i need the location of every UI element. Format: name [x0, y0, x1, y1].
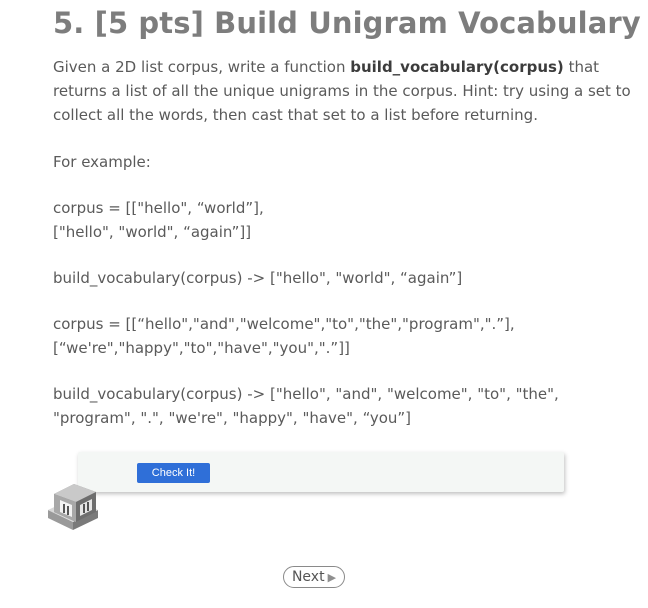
example2-corpus: corpus = [[“hello","and","welcome","to",… — [53, 312, 613, 360]
example2-corpus-line-1: corpus = [[“hello","and","welcome","to",… — [53, 315, 515, 333]
intro-line-1: Given a 2D list corpus, write a function… — [53, 58, 600, 76]
robot-mascot-icon — [44, 474, 102, 532]
check-it-button[interactable]: Check It! — [137, 463, 210, 483]
intro-line-3: collect all the words, then cast that se… — [53, 106, 538, 124]
example1-result: build_vocabulary(corpus) -> ["hello", "w… — [53, 266, 613, 290]
example1-corpus-line-1: corpus = [["hello", “world”], — [53, 199, 264, 217]
example-label: For example: — [53, 153, 151, 171]
intro-line-2: returns a list of all the unique unigram… — [53, 82, 631, 100]
play-triangle-icon: ▶ — [327, 570, 337, 584]
example1-corpus-line-2: ["hello", "world", “again”]] — [53, 223, 252, 241]
example2-corpus-line-2: [“we're","happy","to","have","you",".”]] — [53, 339, 350, 357]
example2-result-line-1: build_vocabulary(corpus) -> ["hello", "a… — [53, 385, 559, 403]
page-title: 5. [5 pts] Build Unigram Vocabulary — [53, 6, 641, 40]
example2-result: build_vocabulary(corpus) -> ["hello", "a… — [53, 382, 613, 430]
example1-result-line: build_vocabulary(corpus) -> ["hello", "w… — [53, 269, 463, 287]
next-button[interactable]: Next ▶ — [283, 566, 345, 588]
check-panel: Check It! — [78, 452, 564, 492]
example1-corpus: corpus = [["hello", “world”], ["hello", … — [53, 196, 613, 244]
next-button-label: Next — [291, 569, 325, 585]
example2-result-line-2: "program", ".", "we're", "happy", "have"… — [53, 409, 412, 427]
intro-paragraph: Given a 2D list corpus, write a function… — [53, 55, 631, 127]
function-name: build_vocabulary(corpus) — [350, 58, 564, 76]
